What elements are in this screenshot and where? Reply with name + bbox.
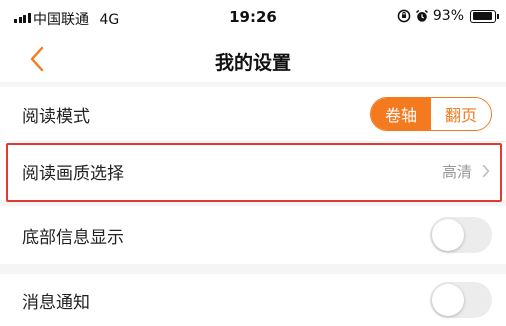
reading-mode-label: 阅读模式 — [22, 106, 90, 127]
orientation-lock-icon — [397, 9, 411, 23]
setting-row-bottom-info: 底部信息显示 — [0, 206, 506, 264]
setting-row-reading-quality[interactable]: 阅读画质选择 高清 — [0, 142, 506, 200]
status-bar: 中国联通 4G 19:26 93% — [0, 0, 506, 36]
row-divider — [22, 141, 506, 142]
reading-mode-option-page[interactable]: 翻页 — [431, 98, 491, 130]
bottom-info-label: 底部信息显示 — [22, 227, 124, 248]
setting-row-reading-mode: 阅读模式 卷轴 翻页 — [0, 87, 506, 141]
reading-quality-label: 阅读画质选择 — [22, 163, 124, 184]
battery-icon — [470, 9, 499, 23]
reading-mode-segmented-control: 卷轴 翻页 — [370, 97, 492, 131]
status-icons: 93% — [397, 8, 499, 24]
battery-percent: 93% — [432, 8, 464, 24]
reading-mode-option-scroll[interactable]: 卷轴 — [371, 98, 431, 130]
bottom-info-toggle[interactable] — [430, 217, 492, 253]
toggle-knob — [432, 284, 464, 316]
notifications-toggle[interactable] — [430, 282, 492, 318]
alarm-icon — [415, 9, 428, 22]
nav-bar: 我的设置 — [0, 36, 506, 82]
battery-level-fill — [472, 12, 493, 20]
chevron-right-icon — [482, 164, 490, 178]
notifications-label: 消息通知 — [22, 292, 90, 313]
toggle-knob — [432, 219, 464, 251]
setting-row-notifications: 消息通知 — [0, 274, 506, 326]
reading-quality-value: 高清 — [441, 162, 472, 181]
page-title: 我的设置 — [214, 52, 291, 74]
